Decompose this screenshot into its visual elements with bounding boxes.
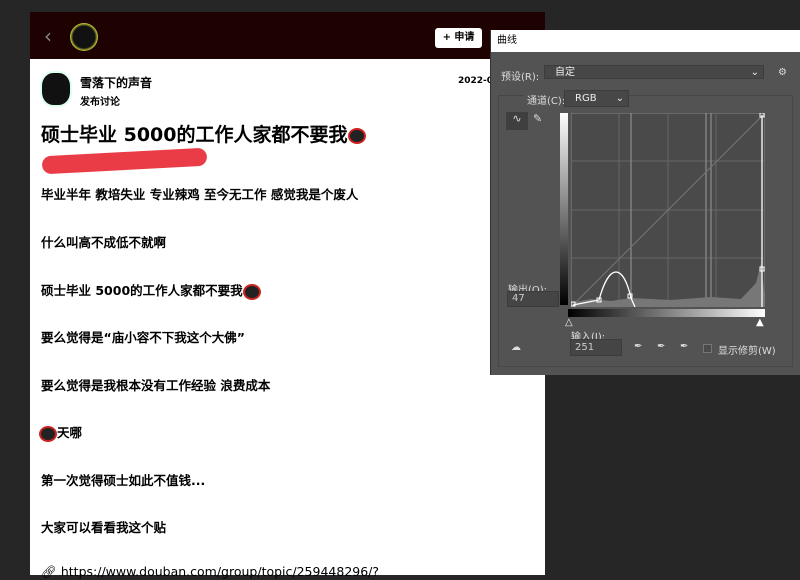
title-text: 硕士毕业 5000的工作人家都不要我 — [41, 124, 348, 146]
output-field[interactable]: 47 — [507, 291, 559, 307]
redaction-scribble — [41, 147, 208, 175]
emoji-icon — [41, 427, 55, 440]
author-name[interactable]: 雪落下的声音 — [80, 74, 152, 91]
body-line: 硕士毕业 5000的工作人家都不要我 — [41, 280, 259, 299]
body-line: 天哪 — [41, 422, 82, 441]
pencil-icon[interactable]: ✎ — [533, 112, 542, 125]
input-gradient — [568, 309, 765, 317]
apply-button[interactable]: + 申请 — [435, 28, 482, 48]
curve-tool-icon[interactable]: ∿ — [506, 112, 528, 130]
author-avatar[interactable] — [42, 73, 70, 105]
black-point-slider[interactable]: △ — [565, 317, 573, 328]
group-avatar[interactable] — [70, 23, 98, 51]
link-line[interactable]: 🔗︎ https://www.douban.com/group/topic/25… — [41, 564, 379, 580]
auto-adjust-icon[interactable]: ☁ — [511, 342, 521, 353]
channel-value: RGB — [575, 93, 597, 104]
input-field[interactable]: 251 — [570, 339, 622, 356]
preset-label: 预设(R): — [501, 72, 540, 83]
group-header: ‹ + 申请 — [30, 12, 545, 59]
post-page: ‹ + 申请 雪落下的声音 发布讨论 2022-0 硕士毕业 5000的工作人家… — [30, 12, 545, 579]
show-clipping-label: 显示修剪(W) — [718, 346, 776, 357]
black-eyedropper-icon[interactable]: ✒ — [634, 341, 642, 352]
curves-dialog: 曲线 预设(R): 自定⌄ ⚙ 通道(C): RGB⌄ ∿ ✎ 输出(O): 4… — [490, 30, 800, 375]
preset-select[interactable]: 自定 ⌄ — [544, 65, 764, 79]
body-line: 什么叫高不成低不就啊 — [41, 235, 167, 250]
body-line: 要么觉得是我根本没有工作经验 浪费成本 — [41, 378, 271, 393]
body-line: 毕业半年 教培失业 专业辣鸡 至今无工作 感觉我是个废人 — [41, 187, 359, 202]
channel-select[interactable]: RGB ⌄ — [564, 90, 629, 107]
post-title: 硕士毕业 5000的工作人家都不要我 — [41, 120, 364, 147]
chevron-down-icon: ⌄ — [615, 93, 624, 104]
back-icon[interactable]: ‹ — [44, 24, 52, 48]
body-line: 大家可以看看我这个贴 — [41, 520, 167, 535]
chevron-down-icon: ⌄ — [750, 67, 759, 78]
dialog-title: 曲线 — [491, 30, 800, 52]
body-line: 第一次觉得硕士如此不值钱... — [41, 473, 206, 488]
link-text[interactable]: https://www.douban.com/group/topic/25944… — [61, 564, 379, 579]
post-action: 发布讨论 — [80, 97, 120, 108]
link-icon: 🔗︎ — [41, 564, 61, 579]
preset-value: 自定 — [555, 67, 575, 78]
gray-eyedropper-icon[interactable]: ✒ — [657, 341, 665, 352]
output-gradient — [560, 113, 568, 305]
gear-icon[interactable]: ⚙ — [778, 67, 787, 78]
show-clipping-checkbox[interactable] — [703, 344, 712, 353]
white-point-slider[interactable]: ▲ — [756, 317, 764, 328]
body-line: 要么觉得是“庙小容不下我这个大佛” — [41, 330, 245, 345]
emoji-icon — [244, 285, 259, 298]
post-date: 2022-0 — [458, 76, 494, 86]
white-eyedropper-icon[interactable]: ✒ — [680, 341, 688, 352]
line-text: 天哪 — [57, 425, 83, 440]
channel-label: 通道(C): — [524, 92, 569, 107]
line-text: 硕士毕业 5000的工作人家都不要我 — [41, 283, 243, 298]
emoji-icon — [349, 129, 364, 142]
curve-graph[interactable] — [571, 113, 765, 307]
